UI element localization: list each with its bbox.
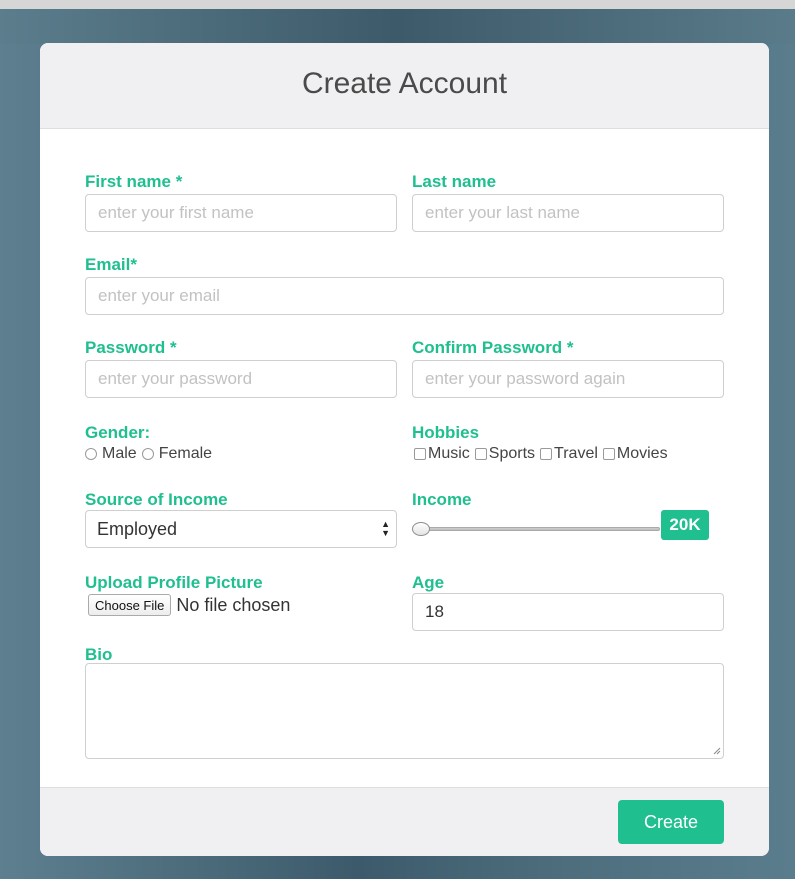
create-account-card: Create Account First name * Last name Em… — [40, 43, 769, 856]
hobbies-label: Hobbies — [412, 423, 480, 442]
select-arrows-icon: ▲ ▼ — [381, 519, 390, 538]
confirm-password-input[interactable] — [412, 360, 724, 398]
first-name-label: First name * — [85, 172, 183, 191]
hobby-travel-checkbox[interactable] — [540, 448, 553, 460]
gender-male-radio[interactable] — [85, 448, 97, 460]
hobby-travel-label: Travel — [554, 445, 598, 462]
upload-picture-label: Upload Profile Picture — [85, 573, 263, 592]
email-input[interactable] — [85, 277, 724, 315]
password-input[interactable] — [85, 360, 397, 398]
create-button[interactable]: Create — [618, 800, 724, 844]
hobby-movies-label: Movies — [616, 445, 668, 462]
card-header: Create Account — [40, 43, 769, 129]
hobby-sports-checkbox[interactable] — [474, 448, 487, 460]
income-label: Income — [412, 490, 472, 509]
email-label: Email* — [85, 255, 137, 274]
page-title: Create Account — [301, 67, 508, 100]
confirm-password-label: Confirm Password * — [412, 338, 574, 357]
gender-label: Gender: — [85, 423, 151, 442]
hobbies-options: Music Sports Travel Movies — [414, 445, 673, 463]
income-slider-track[interactable] — [414, 527, 660, 531]
last-name-label: Last name — [412, 172, 497, 191]
age-label: Age — [412, 573, 445, 592]
first-name-input[interactable] — [85, 194, 397, 232]
file-status-text: No file chosen — [176, 594, 291, 615]
source-of-income-select[interactable]: Employed ▲ ▼ — [85, 510, 397, 548]
gender-female-label: Female — [158, 445, 213, 462]
age-input[interactable] — [412, 593, 724, 631]
hobby-movies-checkbox[interactable] — [602, 448, 615, 460]
hobby-sports-label: Sports — [488, 445, 536, 462]
hobby-music-label: Music — [428, 445, 470, 462]
card-footer: Create — [40, 787, 769, 856]
bio-textarea[interactable] — [85, 663, 724, 759]
source-of-income-label: Source of Income — [85, 490, 228, 509]
file-upload: Choose File No file chosen — [88, 594, 290, 616]
resize-grip-icon[interactable] — [713, 747, 721, 755]
password-label: Password * — [85, 338, 177, 357]
bio-label: Bio — [85, 645, 113, 664]
gender-male-label: Male — [102, 445, 137, 462]
gender-female-radio[interactable] — [141, 448, 154, 460]
page-background: Create Account First name * Last name Em… — [0, 0, 795, 879]
gender-options: Male Female — [85, 445, 217, 463]
income-value-badge: 20K — [661, 510, 709, 540]
last-name-input[interactable] — [412, 194, 724, 232]
income-slider-thumb[interactable] — [412, 522, 430, 536]
choose-file-button[interactable]: Choose File — [88, 594, 172, 616]
source-of-income-value: Employed — [97, 518, 178, 539]
hobby-music-checkbox[interactable] — [414, 448, 426, 460]
